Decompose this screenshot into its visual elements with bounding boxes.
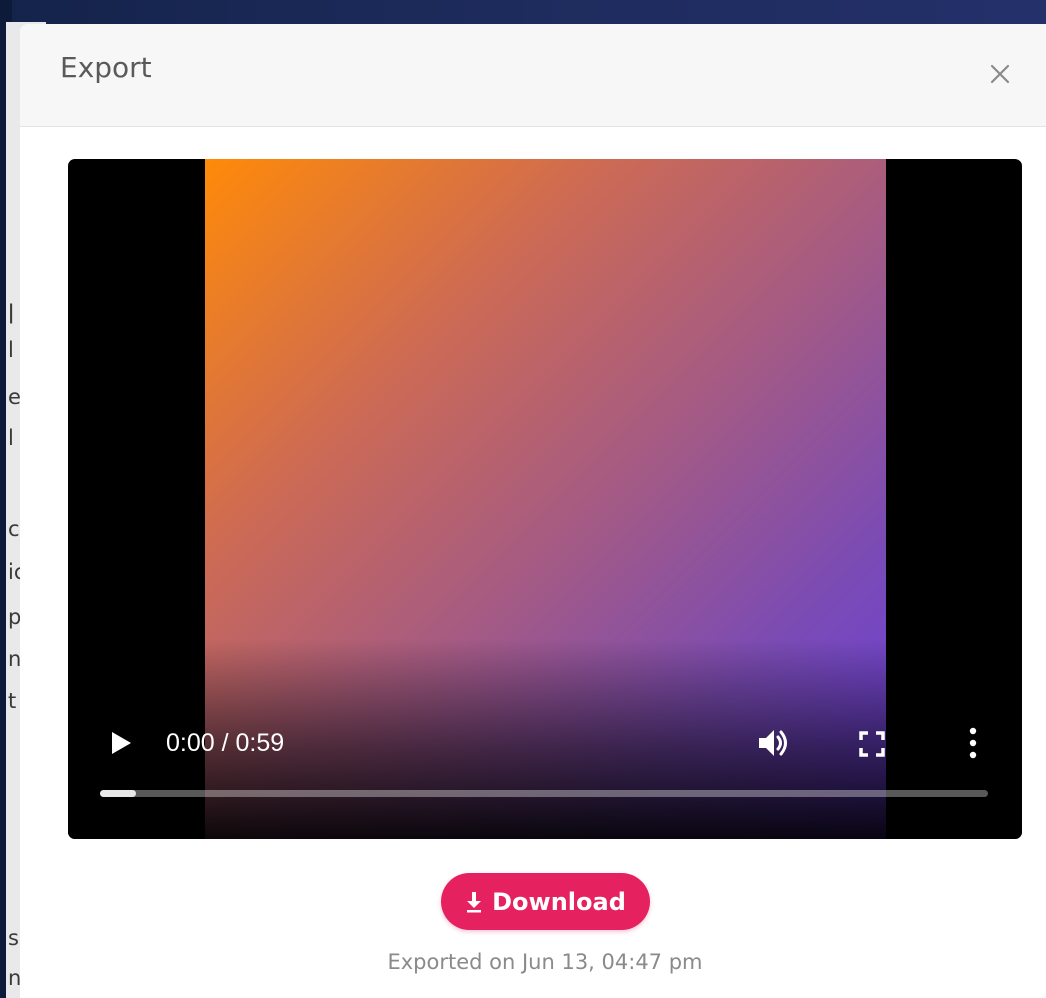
background-text-fragment: s [8, 926, 19, 950]
modal-header: Export [20, 24, 1046, 127]
modal-title: Export [60, 51, 152, 84]
fullscreen-button[interactable] [856, 728, 888, 760]
play-button[interactable] [104, 727, 136, 759]
fullscreen-icon [859, 731, 885, 757]
video-player[interactable]: 0:00 / 0:59 [68, 159, 1022, 839]
download-label: Download [492, 887, 626, 916]
time-display: 0:00 / 0:59 [166, 729, 285, 757]
export-modal: Export 0:00 / 0:59 Download Exported on … [20, 24, 1046, 998]
download-button[interactable]: Download [441, 873, 650, 930]
export-timestamp: Exported on Jun 13, 04:47 pm [387, 950, 703, 974]
close-button[interactable] [984, 58, 1016, 90]
progress-fill [100, 790, 136, 797]
progress-bar[interactable] [100, 790, 988, 797]
close-icon [990, 64, 1010, 84]
background-text-fragment: l [8, 338, 14, 362]
background-text-fragment: ǀ [8, 300, 15, 324]
volume-icon [759, 730, 787, 756]
play-icon [112, 732, 131, 754]
download-icon [467, 891, 482, 912]
background-text-fragment: t [8, 689, 17, 713]
more-options-button[interactable] [958, 726, 988, 760]
volume-button[interactable] [756, 726, 792, 760]
background-text-fragment: c [8, 517, 20, 541]
more-vertical-icon [969, 727, 977, 759]
background-text-fragment: e [8, 385, 21, 409]
background-text-fragment: l [8, 426, 14, 450]
